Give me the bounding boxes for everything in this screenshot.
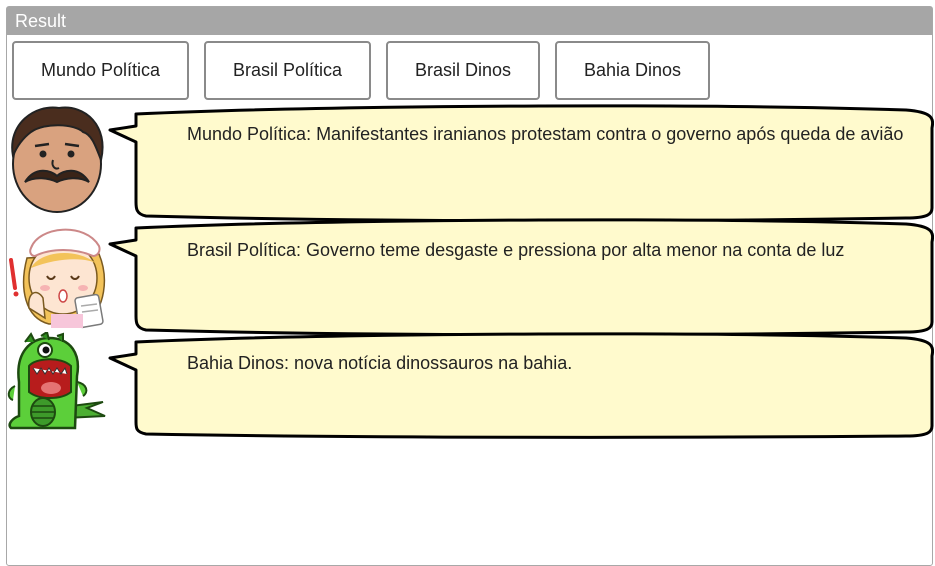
nurse-avatar-icon	[9, 228, 106, 329]
message-text: Mundo Política: Manifestantes iranianos …	[187, 124, 904, 144]
mundo-politica-button[interactable]: Mundo Política	[12, 41, 189, 100]
man-avatar-icon	[11, 106, 104, 213]
brasil-politica-button[interactable]: Brasil Política	[204, 41, 371, 100]
brasil-dinos-button[interactable]: Brasil Dinos	[386, 41, 540, 100]
message-text: Brasil Política: Governo teme desgaste e…	[187, 240, 845, 260]
panel-title: Result	[7, 7, 932, 35]
dinosaur-avatar-icon	[7, 332, 106, 430]
message-text: Bahia Dinos: nova notícia dinossauros na…	[187, 353, 573, 373]
bahia-dinos-button[interactable]: Bahia Dinos	[555, 41, 710, 100]
